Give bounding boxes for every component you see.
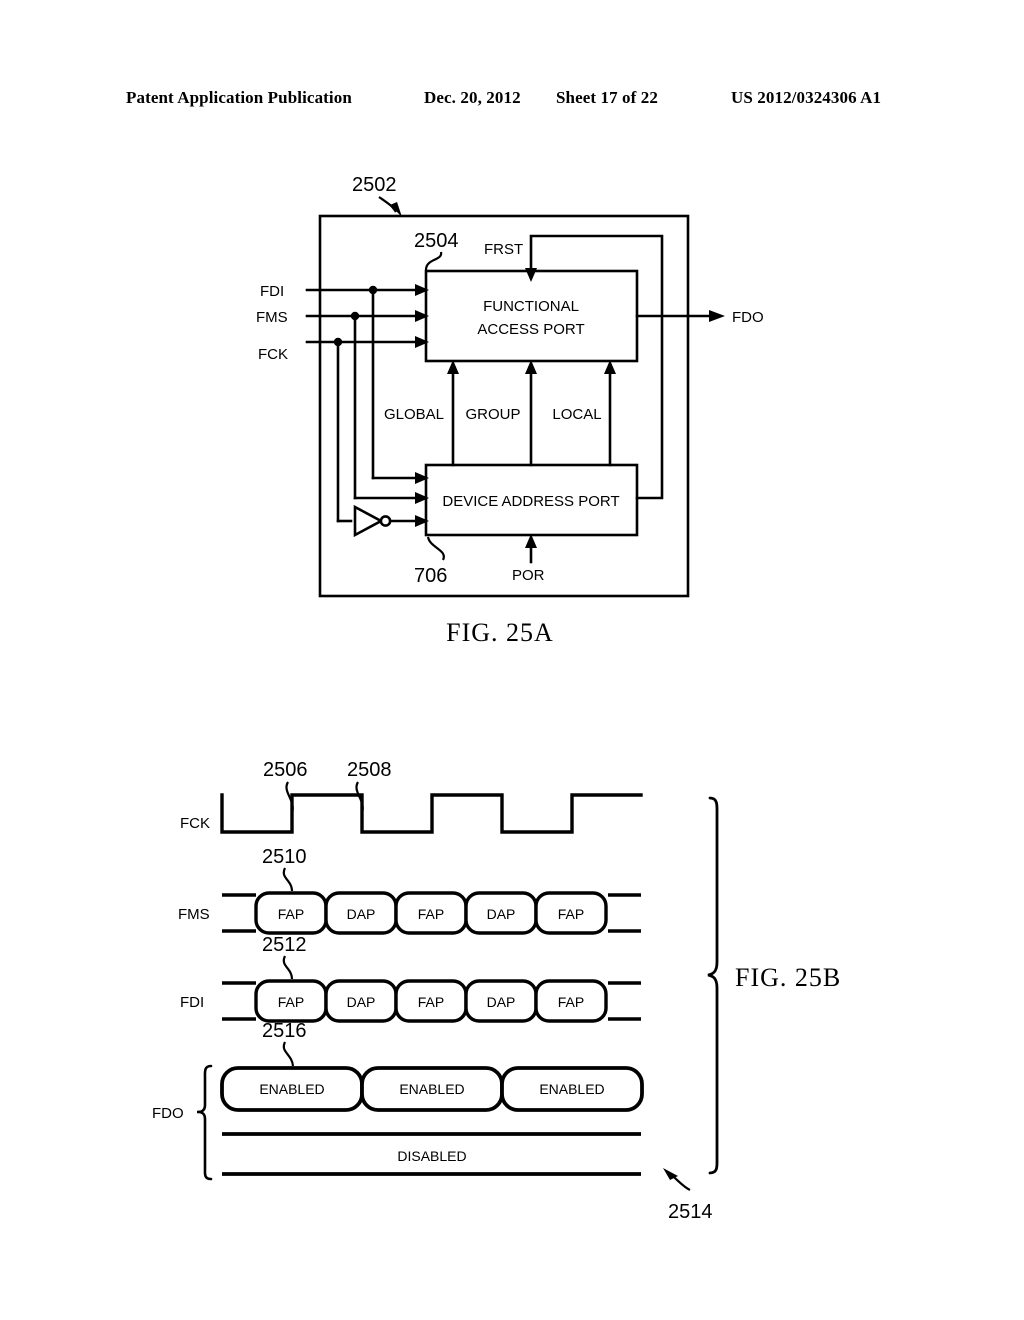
group-bus-label: GROUP (465, 406, 520, 423)
reference-2512: 2512 (262, 934, 307, 956)
local-bus-label: LOCAL (552, 406, 601, 423)
figure-25a: FDI FMS FCK FDO FRST POR FUNCTIONAL ACCE… (256, 174, 764, 647)
fdo-enabled-cell-1-label: ENABLED (399, 1081, 464, 1097)
frst-signal-label: FRST (484, 241, 523, 258)
fdi-cell-0-label: FAP (278, 994, 304, 1010)
fdo-row-label: FDO (152, 1105, 184, 1122)
leader-706 (426, 536, 445, 561)
fms-row: FAP DAP FAP DAP FAP FMS 2510 (178, 846, 641, 935)
fck-waveform (220, 793, 643, 834)
fdi-input-label: FDI (260, 283, 284, 300)
fms-cell-3-label: DAP (487, 906, 516, 922)
reference-2510: 2510 (262, 846, 307, 868)
fap-box-label-line2: ACCESS PORT (477, 321, 584, 338)
por-signal-label: POR (512, 567, 545, 584)
leader-2510 (282, 867, 294, 892)
fck-junction-dot (333, 337, 343, 347)
reference-2508: 2508 (347, 759, 392, 781)
fdi-cell-2-label: FAP (418, 994, 444, 1010)
fdi-cell-4-label: FAP (558, 994, 584, 1010)
figure-25b: FCK 2506 2508 FAP DAP FAP DAP FAP FMS 25… (152, 759, 841, 1223)
fms-cell-0-label: FAP (278, 906, 304, 922)
fdo-arrowhead (709, 310, 725, 322)
figure-25b-brace (707, 796, 719, 1175)
figure-25b-caption: FIG. 25B (735, 963, 841, 992)
fdo-enabled-cell-0-label: ENABLED (259, 1081, 324, 1097)
fap-box-label-line1: FUNCTIONAL (483, 298, 579, 315)
inverter-bubble (379, 515, 392, 527)
fdo-disabled-label: DISABLED (397, 1148, 466, 1164)
leader-2512 (282, 955, 294, 980)
patent-page: Patent Application Publication Dec. 20, … (0, 0, 1024, 1320)
reference-706: 706 (414, 565, 447, 587)
fdi-row-label: FDI (180, 994, 204, 1011)
reference-2502: 2502 (352, 174, 397, 196)
functional-access-port-box (424, 269, 639, 363)
frst-arrowhead (525, 268, 537, 282)
fdo-group-brace (196, 1064, 213, 1181)
fck-input-label: FCK (258, 346, 288, 363)
fms-row-label: FMS (178, 906, 210, 923)
fdo-row: ENABLED ENABLED ENABLED DISABLED FDO 251… (152, 1020, 644, 1181)
fdo-output-label: FDO (732, 309, 764, 326)
fdi-cell-1-label: DAP (347, 994, 376, 1010)
fms-cell-1-label: DAP (347, 906, 376, 922)
leader-2516 (282, 1041, 295, 1067)
fms-cell-4-label: FAP (558, 906, 584, 922)
reference-2504: 2504 (414, 230, 459, 252)
fms-input-label: FMS (256, 309, 288, 326)
fck-row-label: FCK (180, 815, 210, 832)
fdi-cell-3-label: DAP (487, 994, 516, 1010)
fdo-enabled-cell-2-label: ENABLED (539, 1081, 604, 1097)
dap-box-label: DEVICE ADDRESS PORT (442, 493, 619, 510)
fms-junction-dot (350, 311, 360, 321)
fdi-junction-dot (368, 285, 378, 295)
inverter-triangle (353, 504, 384, 538)
fms-cell-2-label: FAP (418, 906, 444, 922)
figure-25a-caption: FIG. 25A (446, 618, 554, 647)
reference-2514: 2514 (668, 1201, 713, 1223)
reference-2516: 2516 (262, 1020, 307, 1042)
reference-2506: 2506 (263, 759, 308, 781)
frst-feedback-path (529, 234, 664, 500)
global-bus-label: GLOBAL (384, 406, 444, 423)
leader-2504 (424, 251, 443, 271)
fdi-row: FAP DAP FAP DAP FAP FDI 2512 (180, 934, 641, 1023)
